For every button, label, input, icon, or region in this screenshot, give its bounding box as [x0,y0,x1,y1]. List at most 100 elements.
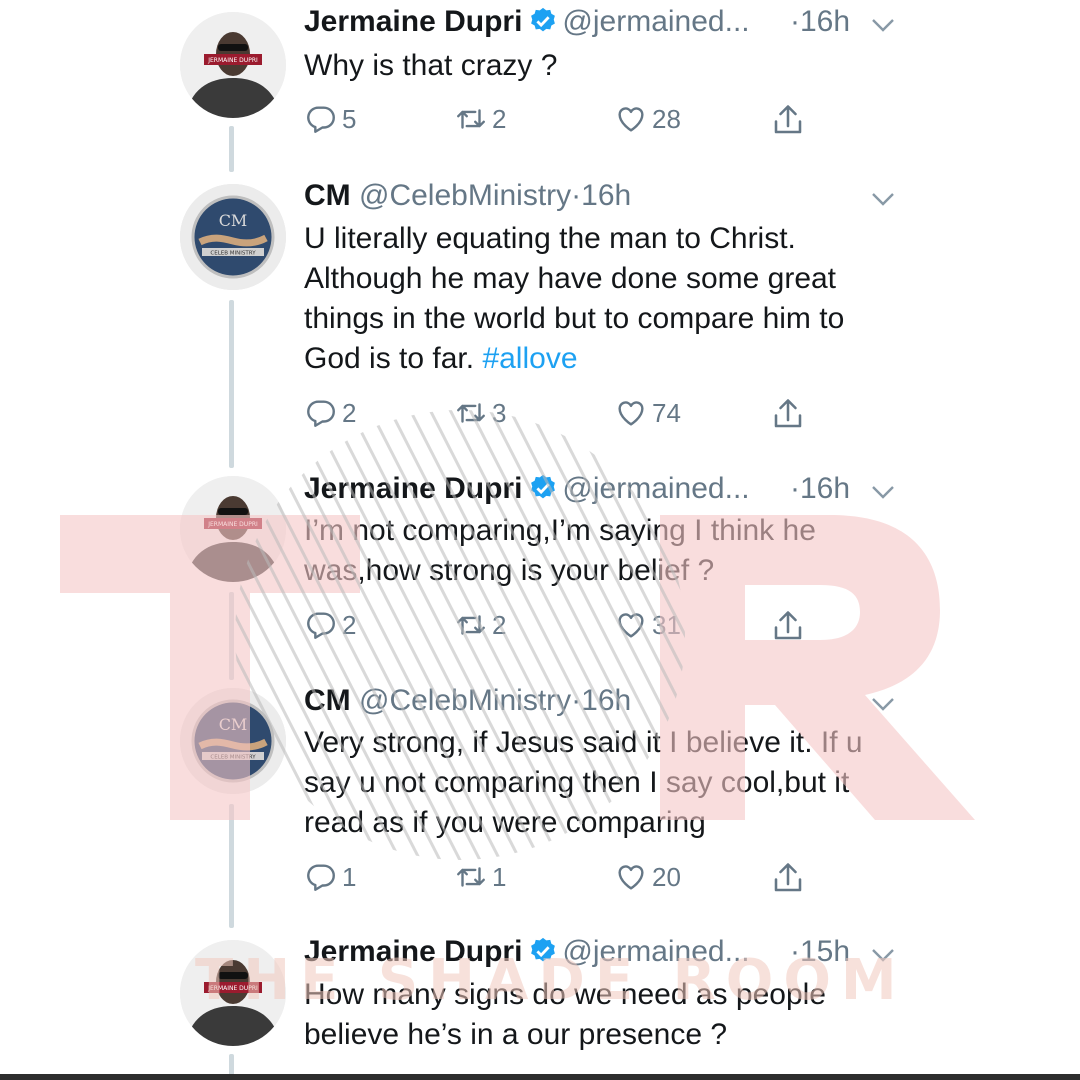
reply-button[interactable]: 5 [304,102,356,136]
timestamp[interactable]: ·16h [790,471,850,507]
reply-icon [307,864,335,891]
thread-line [229,126,234,172]
reply-count: 1 [342,861,357,892]
tweet-time[interactable]: 15h [800,935,850,968]
svg-text:CM: CM [219,715,248,734]
thread-line [229,1054,234,1076]
like-button[interactable]: 20 [614,860,681,894]
tweet-header: Jermaine Dupri @jermained... [304,4,750,40]
avatar[interactable]: CM CELEB MINISTRY [180,688,286,794]
user-handle[interactable]: @jermained... [562,472,749,505]
tweet-text-content: I’m not comparing,I’m saying I think he … [304,514,816,587]
tweet-actions: 2 3 74 [304,396,824,430]
jermaine-dupri-avatar-image: JERMAINE DUPRI [180,476,286,582]
avatar[interactable]: JERMAINE DUPRI [180,476,286,582]
avatar[interactable]: JERMAINE DUPRI [180,940,286,1046]
retweet-button[interactable]: 3 [454,396,506,430]
tweet-text: Why is that crazy ? [304,46,944,86]
retweet-button[interactable]: 1 [454,860,506,894]
tweet-time[interactable]: 16h [800,472,850,505]
like-count: 28 [652,103,681,134]
display-name[interactable]: Jermaine Dupri [304,5,522,38]
share-button[interactable] [770,396,806,437]
tweet-text-content: Why is that crazy ? [304,49,558,82]
share-icon [774,105,802,134]
like-icon [618,865,644,890]
tweet-text-content: How many signs do we need as people beli… [304,978,826,1051]
retweet-icon [457,109,485,129]
jermaine-dupri-avatar-image: JERMAINE DUPRI [180,12,286,118]
thread-line [229,300,234,468]
share-icon [774,399,802,428]
tweet-time[interactable]: 16h [581,684,631,717]
display-name[interactable]: Jermaine Dupri [304,935,522,968]
retweet-button[interactable]: 2 [454,102,506,136]
display-name[interactable]: Jermaine Dupri [304,472,522,505]
retweet-icon [457,403,485,423]
timestamp[interactable]: ·15h [790,934,850,970]
tweet-time[interactable]: 16h [581,179,631,212]
like-button[interactable]: 74 [614,396,681,430]
user-handle[interactable]: @CelebMinistry [359,684,571,717]
like-icon [618,107,644,132]
reply-button[interactable]: 2 [304,608,356,642]
retweet-count: 3 [492,397,507,428]
avatar[interactable]: JERMAINE DUPRI [180,12,286,118]
reply-count: 2 [342,609,357,640]
svg-text:JERMAINE DUPRI: JERMAINE DUPRI [207,57,258,64]
separator-dot: · [790,935,800,968]
tweet-text: How many signs do we need as people beli… [304,975,874,1055]
jermaine-dupri-avatar-image: JERMAINE DUPRI [180,940,286,1046]
like-icon [618,613,644,638]
like-count: 74 [652,397,681,428]
tweet-text-content: Very strong, if Jesus said it I believe … [304,726,863,839]
verified-badge-icon [531,474,556,499]
tweet-actions: 1 1 20 [304,860,824,894]
timestamp[interactable]: ·16h [790,4,850,40]
reply-button[interactable]: 1 [304,860,356,894]
chevron-down-icon[interactable] [870,483,896,501]
like-button[interactable]: 28 [614,102,681,136]
chevron-down-icon[interactable] [870,16,896,34]
chevron-down-icon[interactable] [870,695,896,713]
like-button[interactable]: 31 [614,608,681,642]
tweet-actions: 5 2 28 [304,102,824,136]
bottom-edge-bar [0,1074,1080,1080]
retweet-button[interactable]: 2 [454,608,506,642]
like-count: 31 [652,609,681,640]
user-handle[interactable]: @CelebMinistry [359,179,571,212]
chevron-down-icon[interactable] [870,946,896,964]
tweet-time[interactable]: 16h [800,5,850,38]
tweet-header: Jermaine Dupri @jermained... [304,471,750,507]
share-button[interactable] [770,102,806,143]
celeb-ministry-avatar-image: CM CELEB MINISTRY [180,184,286,290]
celeb-ministry-avatar-image: CM CELEB MINISTRY [180,688,286,794]
display-name[interactable]: CM [304,684,351,717]
reply-button[interactable]: 2 [304,396,356,430]
reply-icon [307,400,335,427]
user-handle[interactable]: @jermained... [562,5,749,38]
tweet-header: CM @CelebMinistry·16h [304,683,631,719]
chevron-down-icon[interactable] [870,190,896,208]
user-handle[interactable]: @jermained... [562,935,749,968]
hashtag-link[interactable]: #allove [482,342,577,375]
svg-text:CELEB MINISTRY: CELEB MINISTRY [210,251,256,257]
separator-dot: · [790,472,800,505]
display-name[interactable]: CM [304,179,351,212]
tweet-text: I’m not comparing,I’m saying I think he … [304,511,864,591]
thread-line [229,804,234,928]
reply-icon [307,106,335,133]
share-icon [774,863,802,892]
retweet-count: 1 [492,861,507,892]
share-button[interactable] [770,860,806,901]
avatar[interactable]: CM CELEB MINISTRY [180,184,286,290]
thread-line [229,592,234,680]
share-button[interactable] [770,608,806,649]
svg-text:CM: CM [219,211,248,230]
reply-count: 2 [342,397,357,428]
svg-text:JERMAINE DUPRI: JERMAINE DUPRI [207,521,258,528]
tweet-header: Jermaine Dupri @jermained... [304,934,750,970]
verified-badge-icon [531,7,556,32]
svg-text:JERMAINE DUPRI: JERMAINE DUPRI [207,985,258,992]
retweet-icon [457,615,485,635]
